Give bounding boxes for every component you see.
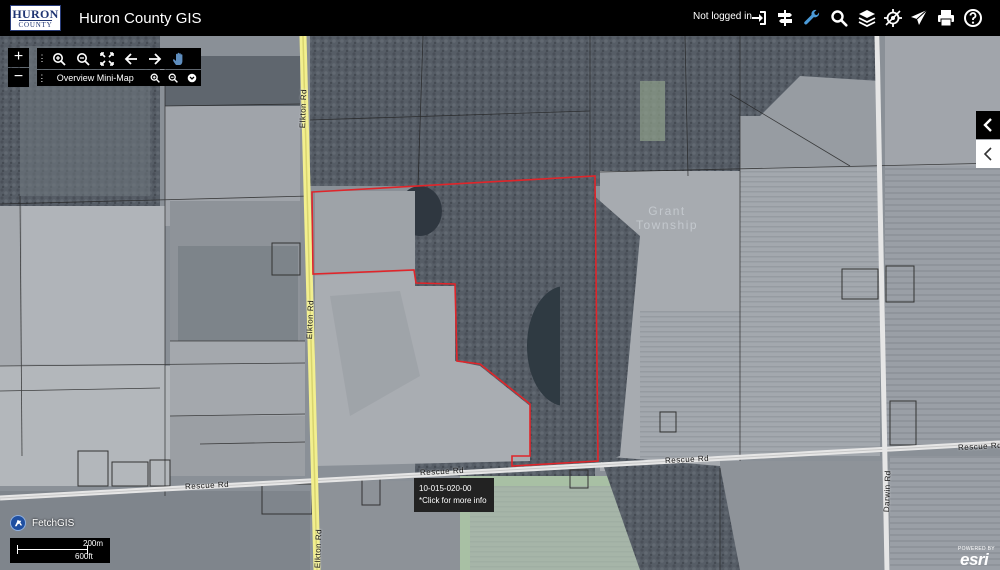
login-icon[interactable]	[747, 6, 771, 30]
parcel-tooltip-hint: *Click for more info	[419, 496, 487, 505]
parcel-tooltip[interactable]: 10-015-020-00 *Click for more info	[414, 478, 494, 512]
zoom-in-tool-button[interactable]	[47, 48, 71, 69]
next-extent-button[interactable]	[143, 48, 167, 69]
esri-logo: esri	[960, 550, 989, 569]
logo-text-bottom: COUNTY	[18, 19, 53, 29]
fetchgis-link[interactable]: FetchGIS	[10, 515, 74, 531]
township-label: Grant Township	[636, 204, 698, 232]
open-panel-button[interactable]	[976, 111, 1000, 139]
search-icon[interactable]	[827, 6, 851, 30]
chevron-left-icon-secondary	[983, 147, 992, 161]
full-extent-button[interactable]	[95, 48, 119, 69]
next-extent-icon	[149, 52, 162, 65]
road-label-elkton-lower: Elkton Rd	[313, 528, 324, 569]
previous-extent-icon	[124, 52, 137, 65]
zoom-in-icon	[53, 52, 66, 66]
map-view[interactable]: Elkton Rd Elkton Rd Elkton Rd Rescue Rd …	[0, 36, 1000, 570]
tools-wrench-icon[interactable]	[800, 6, 824, 30]
scale-metric: 200m	[83, 539, 104, 548]
pan-tool-button[interactable]	[167, 48, 191, 69]
overview-minimap-bar: ⋮ Overview Mini-Map	[37, 70, 201, 86]
zoom-in-button[interactable]: +	[8, 48, 29, 67]
minimap-collapse-button[interactable]	[183, 70, 201, 86]
pan-hand-icon	[173, 52, 183, 65]
toolbar-grip-handle[interactable]: ⋮	[37, 48, 47, 69]
minimap-grip-handle[interactable]: ⋮	[37, 73, 47, 84]
minimap-zoom-out-button[interactable]	[164, 70, 182, 86]
minimap-zoom-in-button[interactable]	[146, 70, 164, 86]
township-label-line1: Grant	[648, 204, 686, 218]
minimap-zoom-in-icon	[150, 73, 160, 83]
app-title: Huron County GIS	[79, 10, 202, 27]
chevron-left-icon	[983, 118, 992, 132]
zoom-out-tool-button[interactable]	[71, 48, 95, 69]
app-header: HURON COUNTY Huron County GIS Not logged…	[0, 0, 1000, 36]
minimap-label[interactable]: Overview Mini-Map	[57, 73, 146, 83]
previous-extent-button[interactable]	[119, 48, 143, 69]
huron-county-logo[interactable]: HURON COUNTY	[10, 5, 61, 31]
minimap-collapse-icon	[187, 73, 197, 83]
full-extent-icon	[100, 51, 114, 66]
open-secondary-panel-button[interactable]	[976, 140, 1000, 168]
zoom-out-button[interactable]: −	[8, 68, 29, 87]
share-icon[interactable]	[907, 6, 931, 30]
road-label-darwin: Darwin Rd	[882, 470, 893, 513]
road-label-elkton-mid: Elkton Rd	[305, 299, 316, 340]
help-icon[interactable]	[961, 6, 985, 30]
login-status[interactable]: Not logged in	[693, 11, 752, 22]
esri-attribution[interactable]: POWERED BY esri	[950, 540, 1000, 570]
print-icon[interactable]	[934, 6, 958, 30]
fetchgis-label: FetchGIS	[32, 517, 75, 529]
zoom-out-icon	[77, 52, 90, 66]
road-label-elkton-upper: Elkton Rd	[298, 88, 309, 129]
navigation-toolbar: ⋮	[37, 48, 201, 69]
fetchgis-dog-icon	[10, 515, 26, 531]
aerial-imagery	[0, 36, 1000, 570]
scale-bar: 200m 600ft	[10, 538, 110, 563]
minimap-zoom-out-icon	[168, 73, 179, 83]
logo-text-top: HURON	[12, 6, 59, 21]
layers-icon[interactable]	[855, 6, 879, 30]
parcel-id: 10-015-020-00	[419, 484, 472, 493]
directions-icon[interactable]	[773, 6, 797, 30]
township-label-line2: Township	[636, 218, 699, 232]
scale-imperial: 600ft	[75, 552, 93, 561]
location-icon[interactable]	[881, 6, 905, 30]
